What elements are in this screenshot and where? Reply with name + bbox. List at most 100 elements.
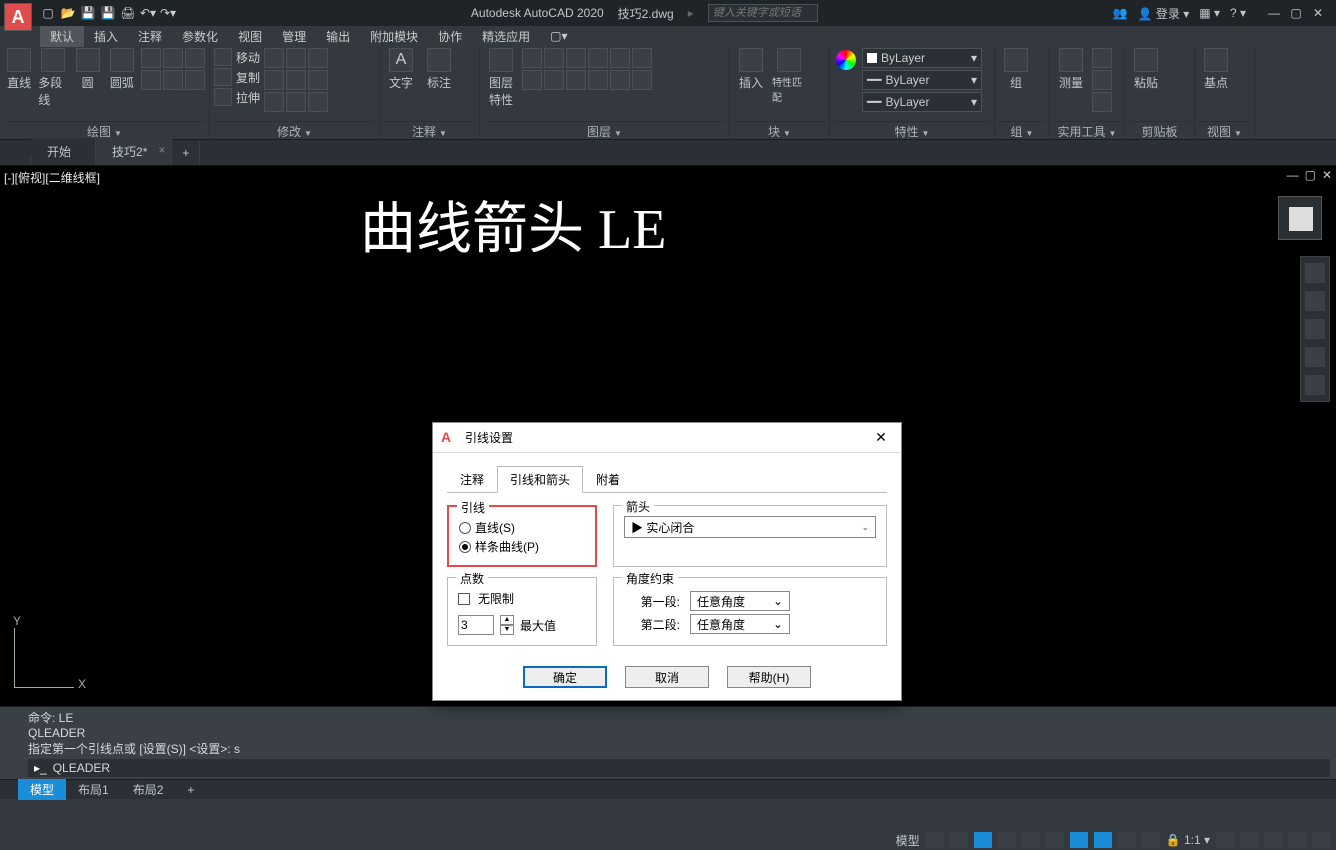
status-track-icon[interactable] [1070,832,1088,848]
radio-straight[interactable]: 直线(S) [459,519,585,536]
radio-spline[interactable]: 样条曲线(P) [459,538,585,555]
status-custom-icon[interactable] [1312,832,1330,848]
status-scale[interactable]: 🔒 1:1 ▾ [1166,833,1210,847]
seg2-select[interactable]: 任意角度⌄ [690,614,790,634]
saveas-icon[interactable]: 💾 [100,5,116,21]
tab-default[interactable]: 默认 [40,26,84,47]
prop-lw[interactable]: ━━ByLayer▾ [862,70,982,90]
share-icon[interactable]: 👥 [1113,6,1128,20]
btn-matchprop[interactable]: 特性匹配 [772,48,806,104]
nav-zoom-icon[interactable] [1305,319,1325,339]
status-polar-icon[interactable] [998,832,1016,848]
app-icon[interactable]: A [4,3,32,31]
plot-icon[interactable]: 🖨 [120,5,136,21]
prop-color[interactable]: ByLayer▾ [862,48,982,68]
save-icon[interactable]: 💾 [80,5,96,21]
filetab-doc[interactable]: 技巧2*× [96,138,172,165]
viewport-label[interactable]: [-][俯视][二维线框] [4,169,100,186]
maximize-button[interactable]: ▢ [1288,6,1304,20]
layout-add[interactable]: + [175,781,206,799]
dlg-tab-leader-arrow[interactable]: 引线和箭头 [497,466,583,493]
redo-icon[interactable]: ↷▾ [160,5,176,21]
open-icon[interactable]: 📂 [60,5,76,21]
vp-min-icon[interactable]: — [1287,168,1299,182]
nav-orbit-icon[interactable] [1305,347,1325,367]
btn-base[interactable]: 基点 [1199,48,1233,91]
status-iso-icon[interactable] [1022,832,1040,848]
btn-measure[interactable]: 测量 [1054,48,1088,91]
status-grid-icon[interactable] [926,832,944,848]
group-arrow-label: 箭头 [622,498,654,515]
tab-featured[interactable]: 精选应用 [472,26,540,47]
seg1-select[interactable]: 任意角度⌄ [690,591,790,611]
cancel-button[interactable]: 取消 [625,666,709,688]
status-trans-icon[interactable] [1118,832,1136,848]
login-button[interactable]: 👤 登录 ▾ [1138,5,1190,22]
btn-arc[interactable]: 圆弧 [107,48,137,91]
btn-line[interactable]: 直线 [4,48,34,91]
btn-dim[interactable]: 标注 [422,48,456,91]
status-clean-icon[interactable] [1288,832,1306,848]
spin-up[interactable]: ▲ [500,615,514,625]
btn-text[interactable]: A文字 [384,48,418,91]
spin-down[interactable]: ▼ [500,625,514,635]
dialog-titlebar[interactable]: 引线设置 ✕ [433,423,901,453]
command-input[interactable]: ▸_ QLEADER [28,759,1330,777]
tab-parametric[interactable]: 参数化 [172,26,228,47]
status-gear-icon[interactable] [1216,832,1234,848]
close-button[interactable]: ✕ [1310,6,1326,20]
close-tab-icon[interactable]: × [158,143,165,157]
help-button[interactable]: 帮助(H) [727,666,811,688]
btn-group[interactable]: 组 [999,48,1033,91]
max-points-input[interactable] [458,615,494,635]
status-model[interactable]: 模型 [896,832,920,849]
ok-button[interactable]: 确定 [523,666,607,688]
btn-paste[interactable]: 粘贴 [1129,48,1163,91]
vp-close-icon[interactable]: ✕ [1322,168,1332,182]
tab-insert[interactable]: 插入 [84,26,128,47]
app-exchange-icon[interactable]: ▦ ▾ [1199,6,1220,20]
new-tab-button[interactable]: + [172,141,200,165]
undo-icon[interactable]: ↶▾ [140,5,156,21]
btn-circle[interactable]: 圆 [73,48,103,91]
nav-showmotion-icon[interactable] [1305,375,1325,395]
nav-wheel-icon[interactable] [1305,263,1325,283]
status-osnap-icon[interactable] [1046,832,1064,848]
status-lwt-icon[interactable] [1094,832,1112,848]
status-iso2-icon[interactable] [1240,832,1258,848]
status-snap-icon[interactable] [950,832,968,848]
nav-pan-icon[interactable] [1305,291,1325,311]
help-icon[interactable]: ? ▾ [1230,6,1246,20]
dialog-title: 引线设置 [465,429,869,446]
view-cube[interactable] [1278,196,1322,240]
tab-manage[interactable]: 管理 [272,26,316,47]
dlg-tab-annotation[interactable]: 注释 [447,466,497,493]
status-ortho-icon[interactable] [974,832,992,848]
filetab-start[interactable]: 开始 [31,138,96,165]
btn-blockinsert[interactable]: 插入 [734,48,768,91]
btn-layerprops[interactable]: 图层特性 [484,48,518,108]
tab-view[interactable]: 视图 [228,26,272,47]
tab-collab[interactable]: 协作 [428,26,472,47]
dlg-tab-attach[interactable]: 附着 [583,466,633,493]
tab-overflow[interactable]: ▢▾ [540,27,577,45]
tab-addins[interactable]: 附加模块 [360,26,428,47]
group-angle: 角度约束 第一段: 任意角度⌄ 第二段: 任意角度⌄ [613,577,887,646]
new-icon[interactable]: ▢ [40,5,56,21]
minimize-button[interactable]: — [1266,6,1282,20]
checkbox-unlimited[interactable]: 无限制 [458,590,586,607]
tab-annotate[interactable]: 注释 [128,26,172,47]
search-input[interactable] [708,4,818,22]
dialog-close-button[interactable]: ✕ [869,429,893,446]
prop-lt[interactable]: ━━ByLayer▾ [862,92,982,112]
status-qs-icon[interactable] [1142,832,1160,848]
arrow-select[interactable]: ▶ 实心闭合⌄ [624,516,876,538]
btn-pline[interactable]: 多段线 [38,48,68,108]
layout-2[interactable]: 布局2 [121,779,176,800]
tab-output[interactable]: 输出 [316,26,360,47]
vp-max-icon[interactable]: ▢ [1305,168,1316,182]
status-hw-icon[interactable] [1264,832,1282,848]
layout-1[interactable]: 布局1 [66,779,121,800]
drawing-area[interactable]: [-][俯视][二维线框] —▢✕ 曲线箭头 LE 引线设置 ✕ 注释 引线和箭… [0,166,1336,706]
layout-model[interactable]: 模型 [18,779,66,800]
